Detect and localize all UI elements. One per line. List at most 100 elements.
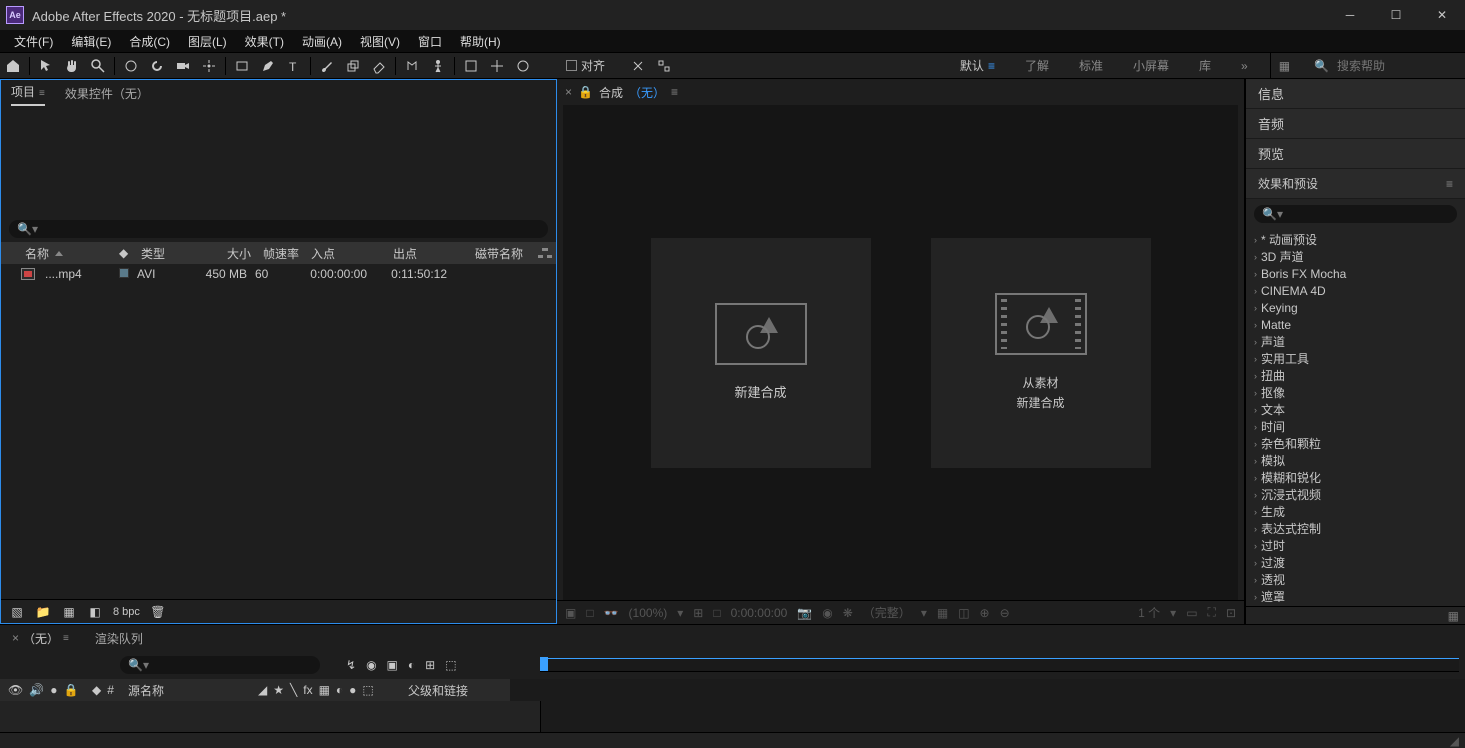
tl-icon[interactable]: ⊞ — [425, 658, 435, 672]
tree-item[interactable]: ›模拟 — [1246, 452, 1465, 469]
switch-icon[interactable]: ╲ — [290, 683, 297, 697]
timeline-search[interactable]: 🔍▾ — [120, 656, 320, 674]
tree-item[interactable]: ›Keying — [1246, 299, 1465, 316]
flowchart-icon[interactable] — [538, 248, 552, 258]
bpc-label[interactable]: 8 bpc — [113, 606, 140, 618]
tab-effect-controls[interactable]: 效果控件（无） — [65, 85, 149, 106]
minimize-button[interactable]: ─ — [1327, 0, 1373, 30]
tl-icon[interactable]: ◐ — [408, 658, 415, 672]
footer-icon[interactable]: ❋ — [843, 606, 853, 620]
menu-view[interactable]: 视图(V) — [352, 31, 408, 52]
switch-icon[interactable]: ⬚ — [362, 683, 373, 697]
footer-icon[interactable]: ⊕ — [980, 606, 990, 620]
align-checkbox[interactable] — [566, 60, 577, 71]
rotate-tool[interactable] — [145, 54, 169, 78]
close-comp-tab[interactable]: × — [565, 85, 572, 99]
menu-window[interactable]: 窗口 — [410, 31, 450, 52]
tree-item[interactable]: ›时间 — [1246, 418, 1465, 435]
footer-icon[interactable]: ⛶ — [1208, 605, 1216, 620]
tree-item[interactable]: ›过渡 — [1246, 554, 1465, 571]
switch-icon[interactable]: ◐ — [336, 683, 343, 697]
new-folder-icon[interactable]: 📁 — [35, 604, 51, 620]
eraser-tool[interactable] — [367, 54, 391, 78]
world-axis-tool[interactable] — [485, 54, 509, 78]
resize-grip-icon[interactable]: ◢ — [1450, 734, 1459, 748]
workspace-small[interactable]: 小屏幕 — [1133, 57, 1169, 74]
timeline-ruler[interactable] — [540, 658, 1459, 672]
footer-icon[interactable]: ⊖ — [1000, 606, 1010, 620]
col-label[interactable]: ◆ — [115, 246, 133, 260]
workspace-learn[interactable]: 了解 — [1025, 57, 1049, 74]
new-comp-icon[interactable]: ▦ — [61, 604, 77, 620]
footer-icon[interactable]: ▣ — [565, 606, 576, 620]
project-item-row[interactable]: ....mp4 AVI 450 MB 60 0:00:00:00 0:11:50… — [1, 264, 556, 284]
footer-icon[interactable]: □ — [586, 606, 593, 620]
comp-none[interactable]: （无） — [629, 84, 665, 101]
panel-info[interactable]: 信息 — [1246, 79, 1465, 109]
footer-icon[interactable]: 📷 — [797, 606, 812, 620]
tl-icon[interactable]: ⬚ — [445, 658, 456, 672]
zoom-tool[interactable] — [86, 54, 110, 78]
menu-help[interactable]: 帮助(H) — [452, 31, 509, 52]
menu-edit[interactable]: 编辑(E) — [63, 31, 119, 52]
tl-icon[interactable]: ◉ — [366, 658, 376, 672]
tree-item[interactable]: ›3D 声道 — [1246, 248, 1465, 265]
lock-icon[interactable]: 🔒 — [578, 85, 593, 99]
tree-item[interactable]: ›透视 — [1246, 571, 1465, 588]
tree-item[interactable]: ›CINEMA 4D — [1246, 282, 1465, 299]
orbit-tool[interactable] — [119, 54, 143, 78]
tree-item[interactable]: ›沉浸式视频 — [1246, 486, 1465, 503]
zoom-value[interactable]: (100%) — [629, 606, 668, 620]
view-axis-tool[interactable] — [511, 54, 535, 78]
tree-item[interactable]: ›模糊和锐化 — [1246, 469, 1465, 486]
workspace-library[interactable]: 库 — [1199, 57, 1211, 74]
snapping-icon[interactable] — [652, 54, 676, 78]
footer-icon[interactable]: ⊞ — [693, 606, 703, 620]
camera-tool[interactable] — [171, 54, 195, 78]
tl-icon[interactable]: ▣ — [387, 658, 398, 672]
col-name[interactable]: 名称 — [21, 245, 111, 262]
resolution-value[interactable]: （完整） — [863, 604, 911, 621]
view-count[interactable]: 1 个 — [1138, 604, 1160, 621]
anchor-tool[interactable] — [197, 54, 221, 78]
index-column-icon[interactable]: # — [107, 683, 114, 697]
menu-animation[interactable]: 动画(A) — [294, 31, 350, 52]
tree-item[interactable]: ›过时 — [1246, 537, 1465, 554]
menu-effect[interactable]: 效果(T) — [237, 31, 292, 52]
text-tool[interactable]: T — [282, 54, 306, 78]
col-parent[interactable]: 父级和链接 — [400, 682, 510, 699]
footer-icon[interactable]: 👓 — [604, 606, 619, 620]
menu-composition[interactable]: 合成(C) — [121, 31, 178, 52]
bpc-icon[interactable]: ◧ — [87, 604, 103, 620]
tree-item[interactable]: ›Matte — [1246, 316, 1465, 333]
interpret-icon[interactable]: ▧ — [9, 604, 25, 620]
brush-tool[interactable] — [315, 54, 339, 78]
col-source-name[interactable]: 源名称 — [120, 682, 250, 699]
tree-item[interactable]: ›表达式控制 — [1246, 520, 1465, 537]
panel-preview[interactable]: 预览 — [1246, 139, 1465, 169]
new-composition-button[interactable]: 新建合成 — [651, 238, 871, 468]
workspace-overflow[interactable]: » — [1241, 59, 1248, 73]
switch-icon[interactable]: ◢ — [258, 683, 267, 697]
switch-icon[interactable]: ● — [349, 683, 356, 697]
tree-item[interactable]: ›实用工具 — [1246, 350, 1465, 367]
roto-tool[interactable] — [400, 54, 424, 78]
new-comp-from-footage-button[interactable]: 从素材新建合成 — [931, 238, 1151, 468]
panel-grid-icon[interactable]: ▦ — [1279, 59, 1290, 73]
footer-icon[interactable]: ⊡ — [1226, 606, 1236, 620]
workspace-standard[interactable]: 标准 — [1079, 57, 1103, 74]
footer-icon[interactable]: ◫ — [958, 606, 969, 620]
tree-item[interactable]: ›扭曲 — [1246, 367, 1465, 384]
timeline-tab-none[interactable]: ×（无）≡ — [12, 630, 69, 647]
project-search[interactable]: 🔍▾ — [9, 220, 548, 238]
selection-tool[interactable] — [34, 54, 58, 78]
switch-icon[interactable]: ★ — [273, 683, 284, 697]
pen-tool[interactable] — [256, 54, 280, 78]
puppet-tool[interactable] — [426, 54, 450, 78]
footer-icon[interactable]: ◉ — [822, 606, 832, 620]
close-button[interactable]: ✕ — [1419, 0, 1465, 30]
maximize-button[interactable]: ☐ — [1373, 0, 1419, 30]
col-tape[interactable]: 磁带名称 — [471, 245, 534, 262]
panel-new-icon[interactable]: ▦ — [1448, 609, 1459, 623]
rectangle-tool[interactable] — [230, 54, 254, 78]
